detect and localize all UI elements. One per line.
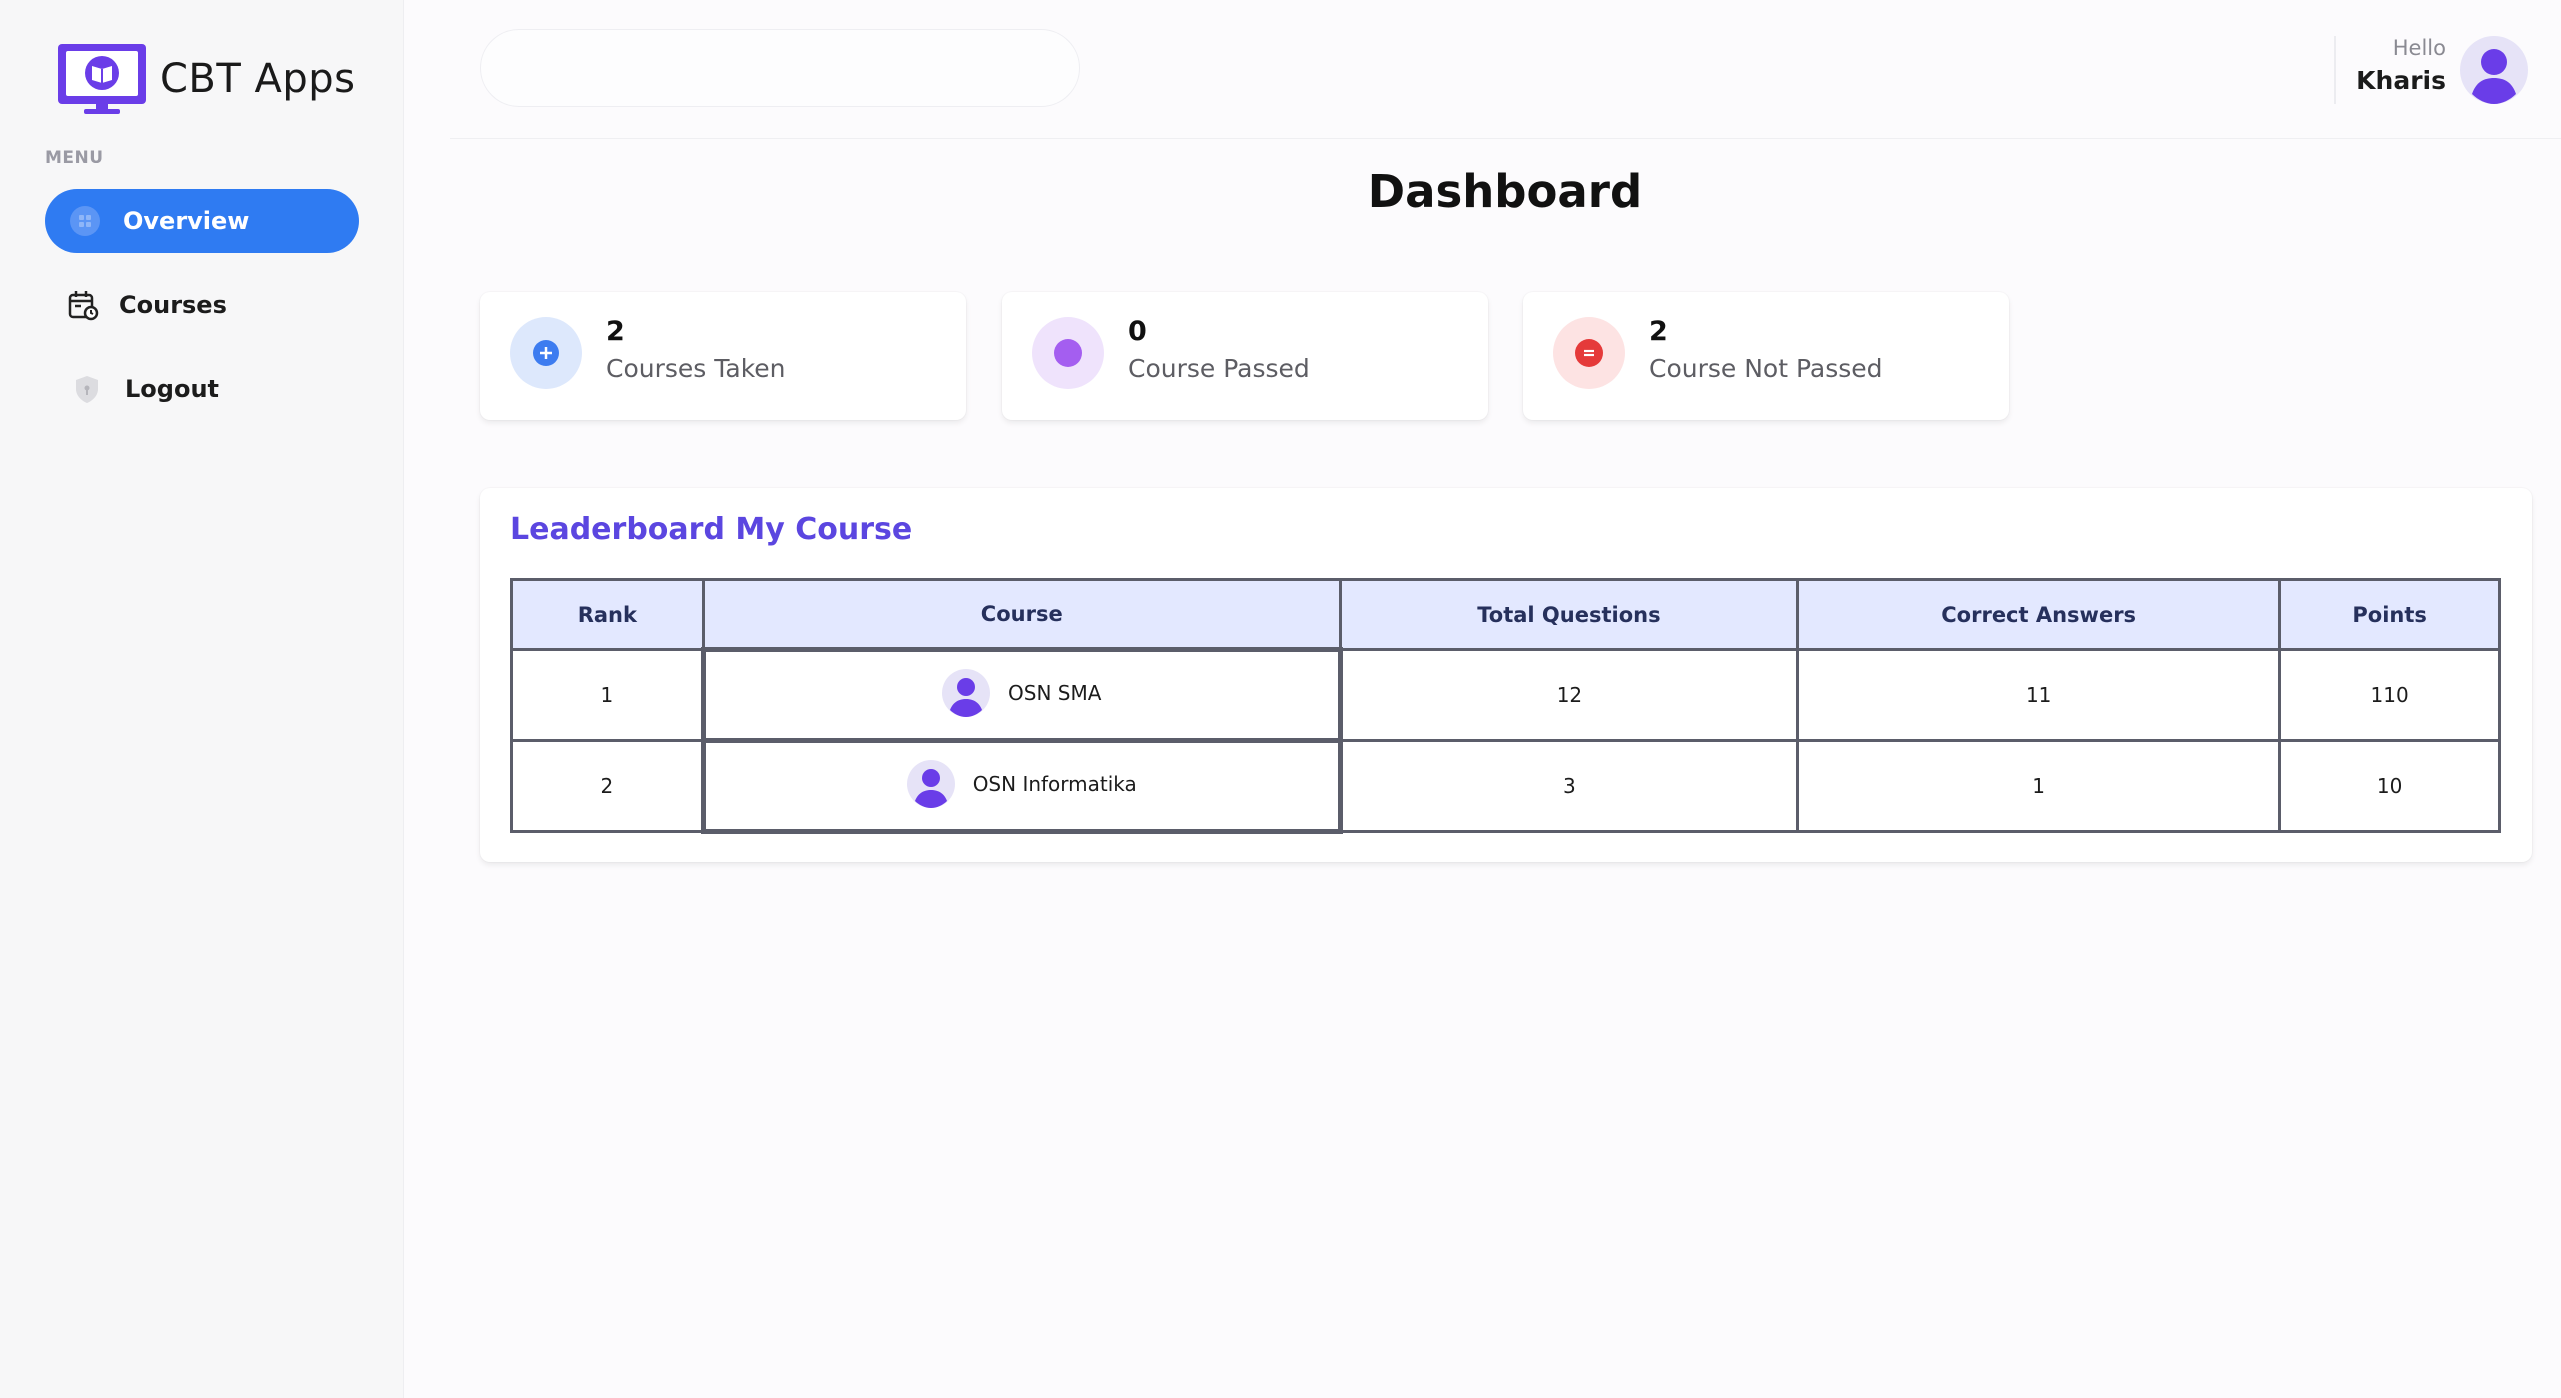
course-name: OSN SMA	[1008, 680, 1102, 705]
stat-value: 0	[1128, 316, 1147, 347]
avatar[interactable]	[2460, 36, 2528, 104]
course-name: OSN Informatika	[972, 771, 1137, 796]
table-row[interactable]: 2 OSN Informatika 3 1 10	[510, 738, 2501, 834]
dot-icon	[1032, 317, 1104, 389]
stat-card-course-passed: 0 Course Passed	[1002, 292, 1488, 420]
leaderboard-table: Rank Course Total Questions Correct Answ…	[510, 578, 2501, 834]
stat-label: Course Passed	[1128, 354, 1310, 383]
sidebar-item-label: Overview	[123, 207, 250, 235]
correct-answers-cell: 11	[1796, 648, 2282, 742]
column-header-points[interactable]: Points	[2278, 578, 2501, 651]
shield-icon	[71, 373, 103, 405]
stat-card-courses-taken: 2 Courses Taken	[480, 292, 966, 420]
column-header-rank[interactable]: Rank	[510, 578, 705, 651]
course-avatar-icon	[942, 668, 991, 717]
page-title: Dashboard	[1367, 165, 1643, 218]
sidebar-item-label: Courses	[119, 291, 227, 319]
sidebar-item-courses[interactable]: Courses	[45, 273, 359, 337]
points-cell: 10	[2278, 739, 2501, 833]
search-input[interactable]	[480, 29, 1080, 107]
table-row[interactable]: 1 OSN SMA 12 11 110	[510, 647, 2501, 743]
sidebar-item-logout[interactable]: Logout	[45, 357, 359, 421]
minus-circle-icon	[1553, 317, 1625, 389]
brand-name: CBT Apps	[160, 56, 356, 102]
grid-icon	[69, 205, 101, 237]
column-header-course[interactable]: Course	[701, 578, 1342, 651]
stat-label: Courses Taken	[606, 354, 786, 383]
points-cell: 110	[2278, 648, 2501, 742]
stat-value: 2	[1649, 316, 1668, 347]
menu-label: MENU	[45, 148, 104, 168]
user-name: Kharis	[2356, 66, 2446, 95]
total-questions-cell: 3	[1338, 739, 1800, 833]
calendar-icon	[67, 289, 99, 321]
course-cell: OSN SMA	[700, 647, 1343, 743]
header-separator	[450, 138, 2561, 139]
sidebar-item-label: Logout	[125, 375, 220, 403]
course-avatar-icon	[906, 759, 955, 808]
course-cell: OSN Informatika	[700, 738, 1343, 834]
leaderboard-panel: Leaderboard My Course Rank Course Total …	[480, 488, 2532, 862]
header-divider	[2334, 36, 2336, 104]
correct-answers-cell: 1	[1796, 739, 2282, 833]
sidebar-item-overview[interactable]: Overview	[45, 189, 359, 253]
brand[interactable]: CBT Apps	[56, 42, 356, 116]
stat-card-course-not-passed: 2 Course Not Passed	[1523, 292, 2009, 420]
plus-circle-icon	[510, 317, 582, 389]
user-greeting: Hello Kharis	[2356, 36, 2446, 95]
sidebar: CBT Apps MENU Overview Courses Logout	[0, 0, 404, 1398]
stat-label: Course Not Passed	[1649, 354, 1883, 383]
stat-value: 2	[606, 316, 625, 347]
leaderboard-title: Leaderboard My Course	[510, 512, 913, 547]
total-questions-cell: 12	[1338, 648, 1800, 742]
table-header-row: Rank Course Total Questions Correct Answ…	[510, 578, 2501, 651]
monitor-book-icon	[58, 44, 146, 114]
column-header-total-questions[interactable]: Total Questions	[1338, 578, 1800, 651]
greeting-text: Hello	[2392, 36, 2446, 60]
rank-cell: 2	[510, 739, 705, 833]
rank-cell: 1	[510, 648, 705, 742]
column-header-correct-answers[interactable]: Correct Answers	[1796, 578, 2282, 651]
